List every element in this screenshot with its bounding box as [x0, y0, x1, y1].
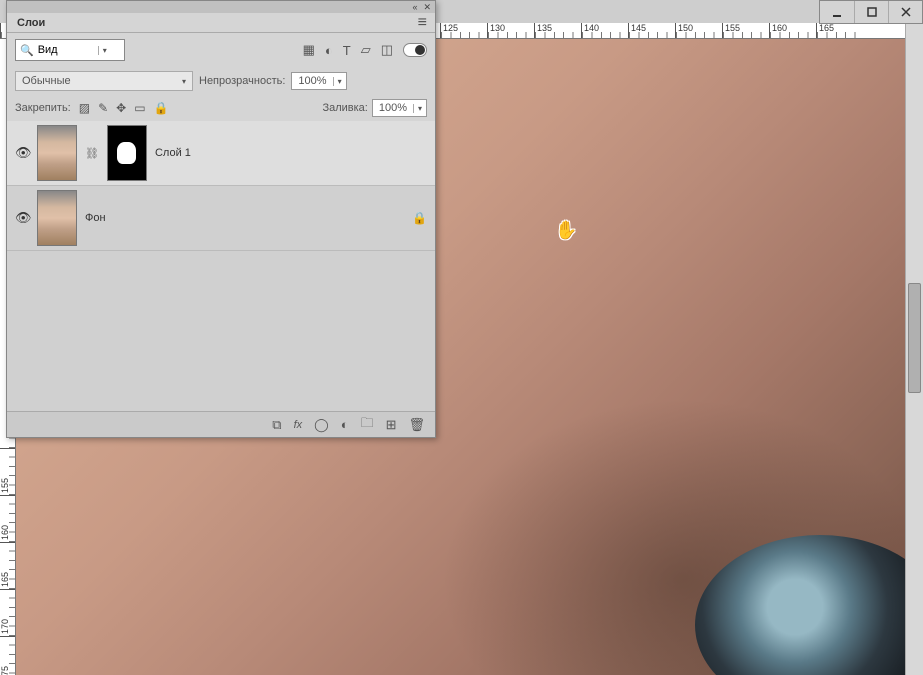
panel-close-icon[interactable]: ✕: [423, 2, 431, 13]
filter-smart-icon[interactable]: ◫: [381, 42, 393, 58]
lock-label: Закрепить:: [15, 102, 71, 114]
visibility-toggle-icon[interactable]: 👁: [15, 210, 29, 226]
layer-list: 👁 ⛓ Слой 1 👁 Фон 🔒: [7, 121, 435, 251]
layer-filter-combo[interactable]: 🔍 ▾: [15, 39, 125, 61]
fill-value: 100%: [373, 102, 413, 114]
chevron-down-icon[interactable]: ▾: [98, 46, 111, 55]
layer-filter-input[interactable]: [38, 44, 98, 56]
chevron-down-icon: ▾: [413, 104, 426, 113]
close-button[interactable]: [888, 1, 922, 23]
lock-transparency-icon[interactable]: ▨: [79, 101, 90, 115]
lock-icons: ▨ ✎ ✥ ▭ 🔒: [79, 101, 169, 115]
layer-search-row: 🔍 ▾ ▦ ◐ T ▱ ◫: [7, 33, 435, 67]
tab-layers[interactable]: Слои: [7, 14, 55, 32]
lock-pixels-icon[interactable]: ✎: [98, 101, 108, 115]
hand-cursor-icon: ✋: [555, 220, 577, 241]
layers-panel: « ✕ Слои ≡ 🔍 ▾ ▦ ◐ T ▱ ◫ Обычные ▾ Непро…: [6, 0, 436, 438]
new-layer-icon[interactable]: ⊞: [386, 417, 397, 433]
panel-empty-area: [7, 251, 435, 411]
lock-all-icon[interactable]: 🔒: [154, 101, 169, 115]
layer-thumbnail[interactable]: [37, 190, 77, 246]
search-icon: 🔍: [16, 44, 38, 57]
lock-position-icon[interactable]: ✥: [116, 101, 126, 115]
blend-mode-combo[interactable]: Обычные ▾: [15, 71, 193, 91]
visibility-toggle-icon[interactable]: 👁: [15, 145, 29, 161]
scrollbar-vertical[interactable]: [905, 23, 923, 675]
fill-label: Заливка:: [322, 102, 367, 114]
minimize-button[interactable]: [820, 1, 854, 23]
panel-footer: ⧉ fx ◯ ◐ 🗀 ⊞ 🗑: [7, 411, 435, 437]
link-layers-icon[interactable]: ⧉: [272, 417, 281, 433]
opacity-value: 100%: [292, 75, 332, 87]
new-group-icon[interactable]: 🗀: [361, 414, 374, 436]
fill-input[interactable]: 100% ▾: [372, 99, 427, 117]
chevron-down-icon: ▾: [174, 77, 186, 86]
layer-row[interactable]: 👁 Фон 🔒: [7, 186, 435, 251]
layer-row[interactable]: 👁 ⛓ Слой 1: [7, 121, 435, 186]
delete-layer-icon[interactable]: 🗑: [408, 417, 425, 433]
panel-menu-icon[interactable]: ≡: [410, 14, 435, 32]
chevron-down-icon: ▾: [333, 77, 346, 86]
lock-icon: 🔒: [412, 211, 427, 225]
opacity-input[interactable]: 100% ▾: [291, 72, 346, 90]
filter-text-icon[interactable]: T: [343, 43, 351, 58]
mask-link-icon[interactable]: ⛓: [85, 147, 99, 160]
mask-thumbnail[interactable]: [107, 125, 147, 181]
panel-tabs: Слои ≡: [7, 13, 435, 33]
window-controls: [819, 0, 923, 24]
lock-artboard-icon[interactable]: ▭: [134, 101, 145, 115]
opacity-label: Непрозрачность:: [199, 75, 285, 87]
blend-mode-value: Обычные: [22, 75, 71, 87]
layer-name[interactable]: Слой 1: [155, 147, 191, 159]
lock-fill-row: Закрепить: ▨ ✎ ✥ ▭ 🔒 Заливка: 100% ▾: [7, 95, 435, 121]
layer-fx-icon[interactable]: fx: [294, 419, 303, 431]
panel-collapse-icon[interactable]: «: [412, 2, 417, 12]
filter-pixel-icon[interactable]: ▦: [303, 42, 315, 58]
blend-opacity-row: Обычные ▾ Непрозрачность: 100% ▾: [7, 67, 435, 95]
filter-shape-icon[interactable]: ▱: [361, 42, 371, 58]
maximize-button[interactable]: [854, 1, 888, 23]
layer-name[interactable]: Фон: [85, 212, 106, 224]
scrollbar-thumb[interactable]: [908, 283, 921, 393]
adjustment-layer-icon[interactable]: ◐: [341, 417, 349, 432]
panel-titlebar[interactable]: « ✕: [7, 1, 435, 13]
add-mask-icon[interactable]: ◯: [314, 417, 329, 433]
filter-adjustment-icon[interactable]: ◐: [325, 43, 333, 58]
filter-icons: ▦ ◐ T ▱ ◫: [303, 42, 427, 58]
layer-thumbnail[interactable]: [37, 125, 77, 181]
filter-toggle[interactable]: [403, 43, 427, 57]
